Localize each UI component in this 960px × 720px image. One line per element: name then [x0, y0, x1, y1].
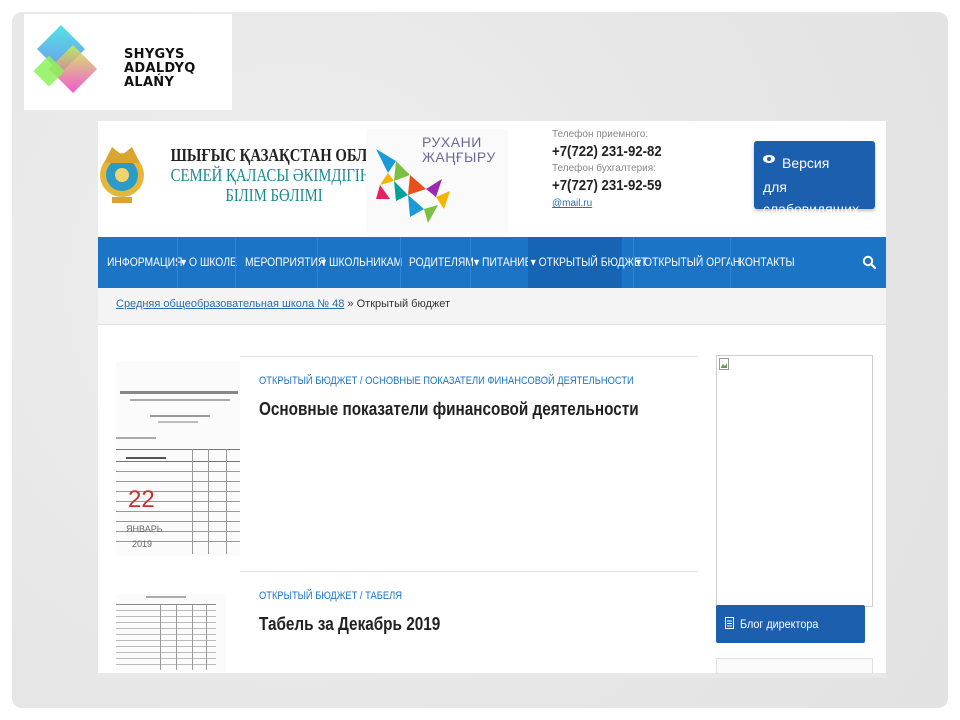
department-title[interactable]: ШЫҒЫС ҚАЗАҚСТАН ОБЛЫСЫ СЕМЕЙ ҚАЛАСЫ ӘКІМ… — [148, 145, 407, 205]
nav-item-information[interactable]: ИНФОРМАЦИЯ — [107, 237, 183, 288]
reception-label: Телефон приемного: — [552, 129, 649, 140]
nav-divider — [633, 237, 634, 288]
nav-divider — [235, 237, 236, 288]
post-finance: ОТКРЫТЫЙ БЮДЖЕТ / ОСНОВНЫЕ ПОКАЗАТЕЛИ ФИ… — [240, 356, 698, 571]
breadcrumb-home-link[interactable]: Средняя общеобразовательная школа № 48 — [116, 298, 344, 310]
nav-item-contacts[interactable]: КОНТАКТЫ — [739, 237, 795, 288]
table-preview-image — [116, 596, 216, 670]
post-thumbnail-tabel[interactable] — [116, 594, 226, 672]
site-header: ШЫҒЫС ҚАЗАҚСТАН ОБЛЫСЫ СЕМЕЙ ҚАЛАСЫ ӘКІМ… — [98, 121, 886, 237]
diamond-logo-icon — [33, 24, 98, 94]
breadcrumb-separator: » — [344, 298, 357, 310]
post-title-link[interactable]: Основные показатели финансовой деятельно… — [259, 399, 639, 420]
post-title-link[interactable]: Табель за Декабрь 2019 — [259, 614, 440, 635]
shygys-logo: SHYGYS ADALDYQ ALAŃY — [24, 14, 232, 110]
nav-divider — [730, 237, 731, 288]
ruhani-text: РУХАНИ ЖАҢҒЫРУ — [422, 134, 496, 165]
post-date-day: 22 — [128, 486, 155, 513]
nav-divider — [317, 237, 318, 288]
nav-item-open-organ[interactable]: ▾ ОТКРЫТЫЙ ОРГАН — [636, 237, 740, 288]
email-link[interactable]: @mail.ru — [552, 197, 677, 211]
post-tabel: ОТКРЫТЫЙ БЮДЖЕТ / ТАБЕЛЯ Табель за Декаб… — [240, 571, 698, 678]
document-icon — [725, 617, 734, 629]
search-icon[interactable] — [862, 255, 876, 269]
nav-item-parents[interactable]: РОДИТЕЛЯМ — [409, 237, 474, 288]
low-vision-version-button[interactable]: Версия для слабовидящих — [754, 141, 875, 217]
broken-image-icon — [719, 358, 729, 370]
accounting-phone[interactable]: +7(727) 231-92-59 — [552, 175, 662, 197]
breadcrumb: Средняя общеобразовательная школа № 48 »… — [98, 288, 886, 325]
nav-divider — [400, 237, 401, 288]
broken-image-placeholder — [716, 355, 873, 607]
post-date-month: ЯНВАРЬ — [126, 524, 163, 534]
main-navigation: ИНФОРМАЦИЯ ▾ О ШКОЛЕ МЕРОПРИЯТИЯ ▾ ШКОЛЬ… — [98, 237, 886, 288]
nav-item-nutrition[interactable]: ▾ ПИТАНИЕ — [474, 237, 531, 288]
nav-divider — [177, 237, 178, 288]
post-date-year: 2019 — [132, 539, 153, 549]
nav-item-open-budget[interactable]: ▾ ОТКРЫТЫЙ БЮДЖЕТ — [528, 237, 647, 288]
nav-item-students[interactable]: ▾ ШКОЛЬНИКАМ — [321, 237, 402, 288]
nav-divider — [470, 237, 471, 288]
page-scroll-edge — [98, 673, 886, 678]
post-category-link[interactable]: ОТКРЫТЫЙ БЮДЖЕТ / ОСНОВНЫЕ ПОКАЗАТЕЛИ ФИ… — [259, 375, 634, 387]
contact-block: Телефон приемного: +7(722) 231-92-82 Тел… — [552, 129, 677, 211]
director-blog-button[interactable]: Блог директора — [716, 605, 865, 643]
logo-wordmark: SHYGYS ADALDYQ ALAŃY — [124, 47, 196, 90]
kazakhstan-emblem-icon — [100, 147, 144, 203]
reception-phone[interactable]: +7(722) 231-92-82 — [552, 141, 662, 163]
accounting-label: Телефон бухгалтерия: — [552, 163, 656, 174]
eye-icon — [763, 155, 775, 163]
breadcrumb-current: Открытый бюджет — [356, 298, 451, 310]
nav-item-events[interactable]: МЕРОПРИЯТИЯ — [245, 237, 326, 288]
post-category-link[interactable]: ОТКРЫТЫЙ БЮДЖЕТ / ТАБЕЛЯ — [259, 590, 402, 602]
ruhani-zhangyru-banner[interactable]: РУХАНИ ЖАҢҒЫРУ — [366, 129, 508, 233]
nav-item-about-school[interactable]: ▾ О ШКОЛЕ — [181, 237, 237, 288]
website-screenshot: ШЫҒЫС ҚАЗАҚСТАН ОБЛЫСЫ СЕМЕЙ ҚАЛАСЫ ӘКІМ… — [98, 121, 886, 678]
